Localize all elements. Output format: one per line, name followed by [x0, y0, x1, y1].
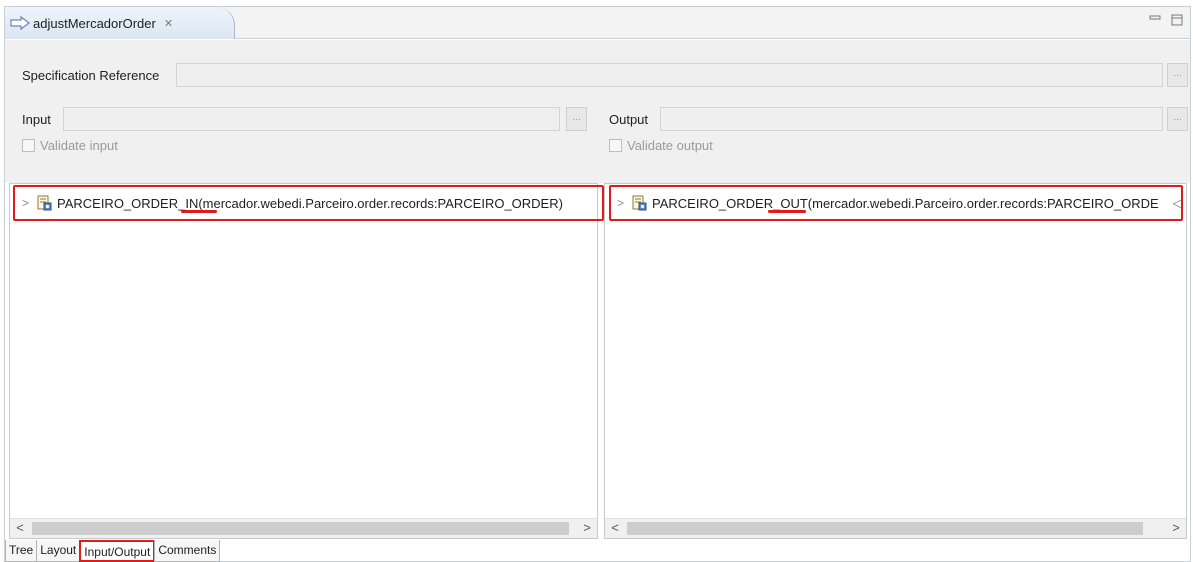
output-browse-button[interactable]: ...	[1167, 107, 1188, 131]
tab-comments[interactable]: Comments	[154, 540, 221, 562]
editor-tab[interactable]: adjustMercadorOrder ✕	[5, 7, 235, 39]
output-tree-pane[interactable]: > PARCEIRO_ORDER_OUT (mercador.webedi.Pa…	[604, 183, 1187, 539]
input-tree-pane[interactable]: > PARCEIRO_ORDER_IN (mercador.webedi.Par…	[9, 183, 604, 539]
input-browse-button[interactable]: ...	[566, 107, 587, 131]
editor-tab-bar: adjustMercadorOrder ✕	[5, 7, 1190, 39]
input-scroll-thumb[interactable]	[32, 522, 569, 535]
bottom-tab-bar: Tree Layout Input/Output Comments	[5, 540, 221, 562]
input-suffix-underline	[181, 210, 217, 213]
spec-reference-field[interactable]	[176, 63, 1163, 87]
editor-window: adjustMercadorOrder ✕ Specification Refe…	[4, 6, 1191, 562]
tab-input-output[interactable]: Input/Output	[79, 540, 156, 562]
output-horizontal-scrollbar[interactable]: < >	[605, 518, 1186, 538]
spec-browse-button[interactable]: ...	[1167, 63, 1188, 87]
input-output-arrow-icon	[10, 15, 30, 31]
output-suffix-underline	[768, 210, 806, 213]
minimize-icon[interactable]	[1148, 13, 1162, 27]
close-icon[interactable]: ✕	[164, 17, 173, 30]
input-field[interactable]	[63, 107, 560, 131]
chevron-left-icon[interactable]: <	[607, 520, 623, 535]
checkbox-box[interactable]	[22, 139, 35, 152]
input-highlight-box	[13, 185, 604, 221]
output-field[interactable]	[660, 107, 1163, 131]
validate-input-label: Validate input	[40, 138, 118, 153]
input-horizontal-scrollbar[interactable]: < >	[10, 518, 597, 538]
chevron-right-icon[interactable]: >	[579, 520, 595, 535]
tab-layout[interactable]: Layout	[36, 540, 81, 562]
tab-tree[interactable]: Tree	[5, 540, 38, 562]
spec-reference-label: Specification Reference	[22, 68, 160, 83]
editor-tab-title: adjustMercadorOrder	[33, 15, 156, 31]
output-label: Output	[609, 112, 649, 127]
validate-input-checkbox[interactable]: Validate input	[22, 138, 118, 153]
output-highlight-box	[609, 185, 1183, 221]
maximize-icon[interactable]	[1170, 13, 1184, 27]
validate-output-label: Validate output	[627, 138, 713, 153]
chevron-left-icon[interactable]: <	[12, 520, 28, 535]
form-area: Specification Reference ... Input ... Ou…	[5, 40, 1190, 183]
output-scroll-thumb[interactable]	[627, 522, 1143, 535]
chevron-right-icon[interactable]: >	[1168, 520, 1184, 535]
input-label: Input	[22, 112, 51, 127]
validate-output-checkbox[interactable]: Validate output	[609, 138, 713, 153]
checkbox-box[interactable]	[609, 139, 622, 152]
